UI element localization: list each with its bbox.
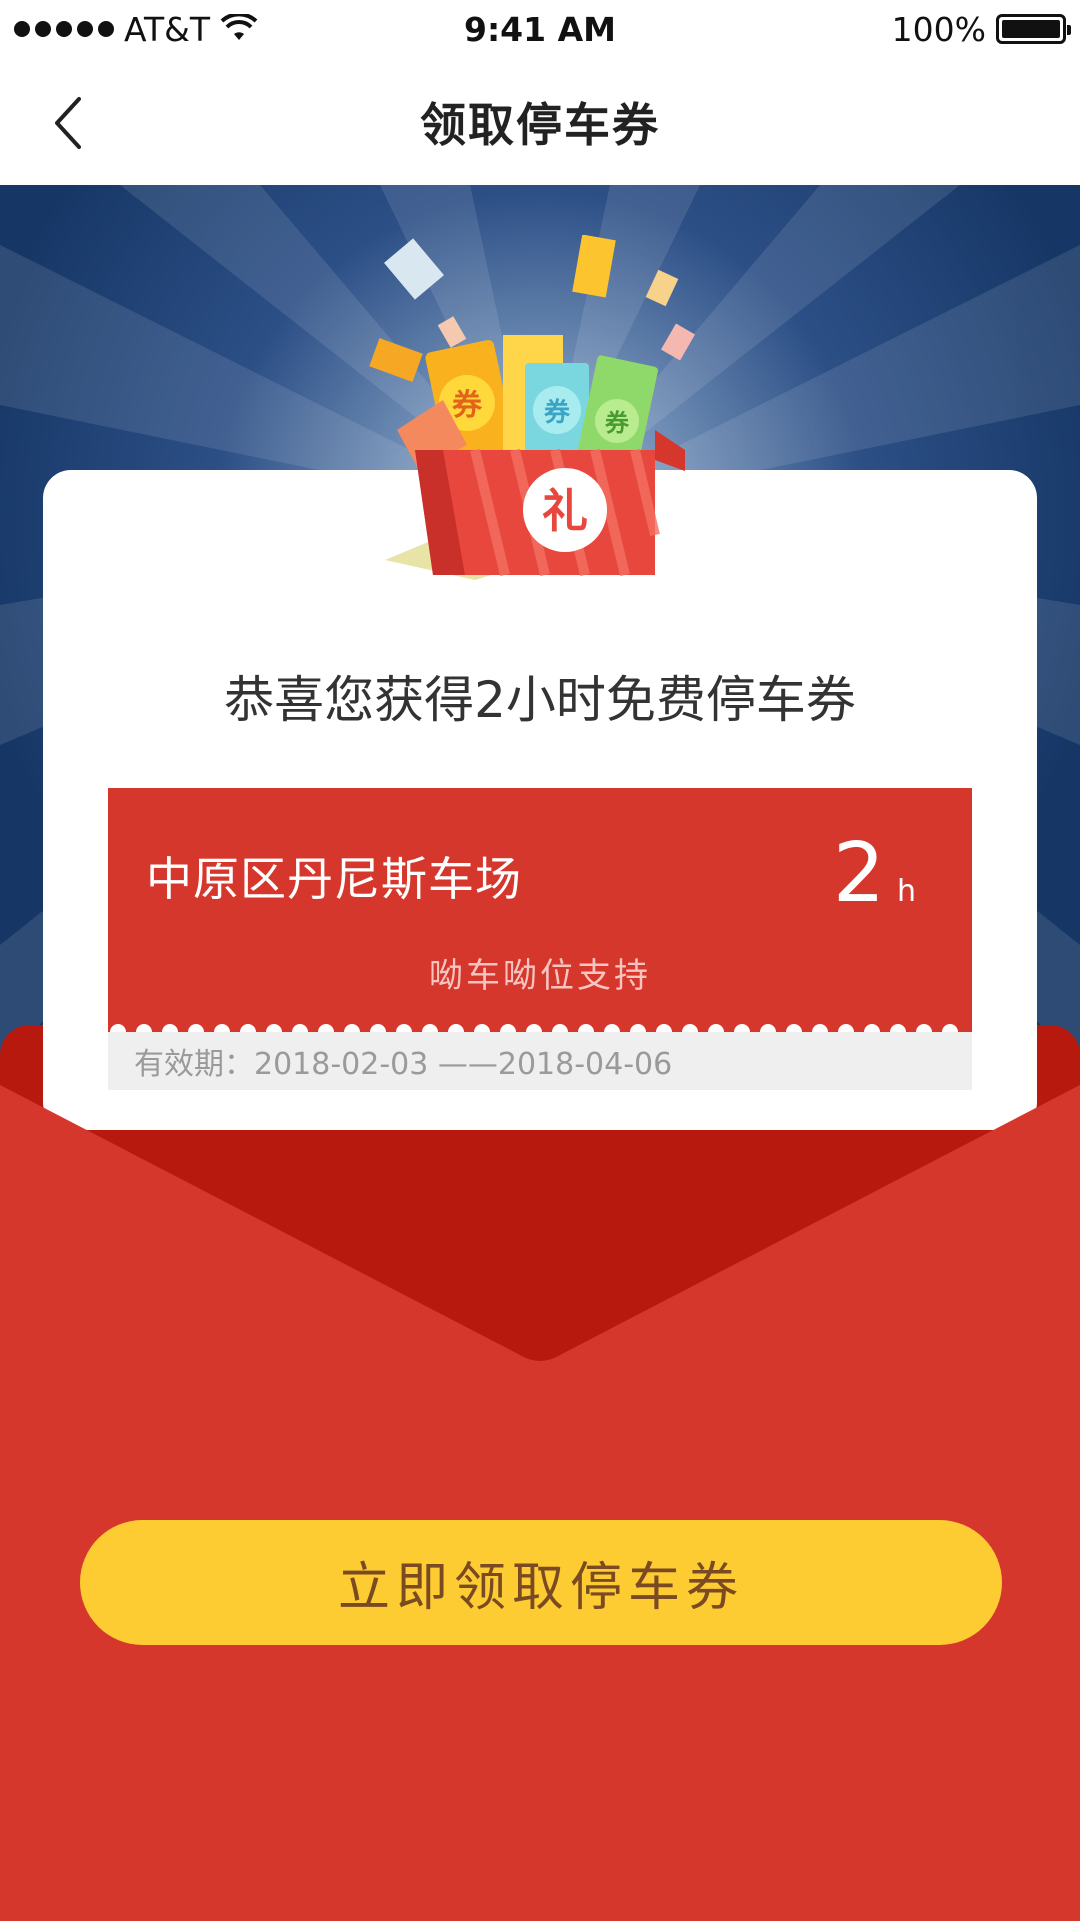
battery-fill xyxy=(1002,20,1060,38)
status-left: AT&T xyxy=(14,10,258,49)
hours-unit: h xyxy=(896,874,916,909)
page-title: 领取停车券 xyxy=(420,97,660,152)
chevron-left-icon xyxy=(55,97,81,149)
parking-lot-name: 中原区丹尼斯车场 xyxy=(146,852,522,906)
congrats-message: 恭喜您获得2小时免费停车券 xyxy=(224,671,856,729)
claim-coupon-button[interactable]: 立即领取停车券 xyxy=(80,1520,1002,1645)
coupon-char-green: 券 xyxy=(605,409,630,437)
envelope-front xyxy=(0,1085,1080,1921)
hours-value: 2 xyxy=(832,826,885,921)
coupon-char-orange: 券 xyxy=(452,388,483,423)
wifi-icon xyxy=(220,14,258,40)
carrier-label: AT&T xyxy=(124,9,211,49)
gift-char: 礼 xyxy=(542,484,588,538)
signal-strength-icon xyxy=(14,21,114,37)
battery-icon xyxy=(996,14,1071,44)
screen: AT&T 9:41 AM 100% 领取停车券 券 券 券 礼 恭喜您获得2小时… xyxy=(0,0,1080,1921)
coupon-duration: 2 h xyxy=(833,826,916,921)
back-button[interactable] xyxy=(38,88,98,158)
gift-box-icon: 券 券 券 礼 xyxy=(369,235,695,580)
coupon-support-text: 呦车呦位支持 xyxy=(429,956,651,996)
coupon-char-teal: 券 xyxy=(544,398,571,428)
battery-percent: 100% xyxy=(891,9,986,49)
coupon-header: 中原区丹尼斯车场 2 h 呦车呦位支持 xyxy=(108,788,972,1032)
status-bar: AT&T 9:41 AM 100% xyxy=(0,0,1080,58)
status-right: 100% xyxy=(891,9,1071,49)
nav-bar: 领取停车券 xyxy=(0,58,1080,185)
